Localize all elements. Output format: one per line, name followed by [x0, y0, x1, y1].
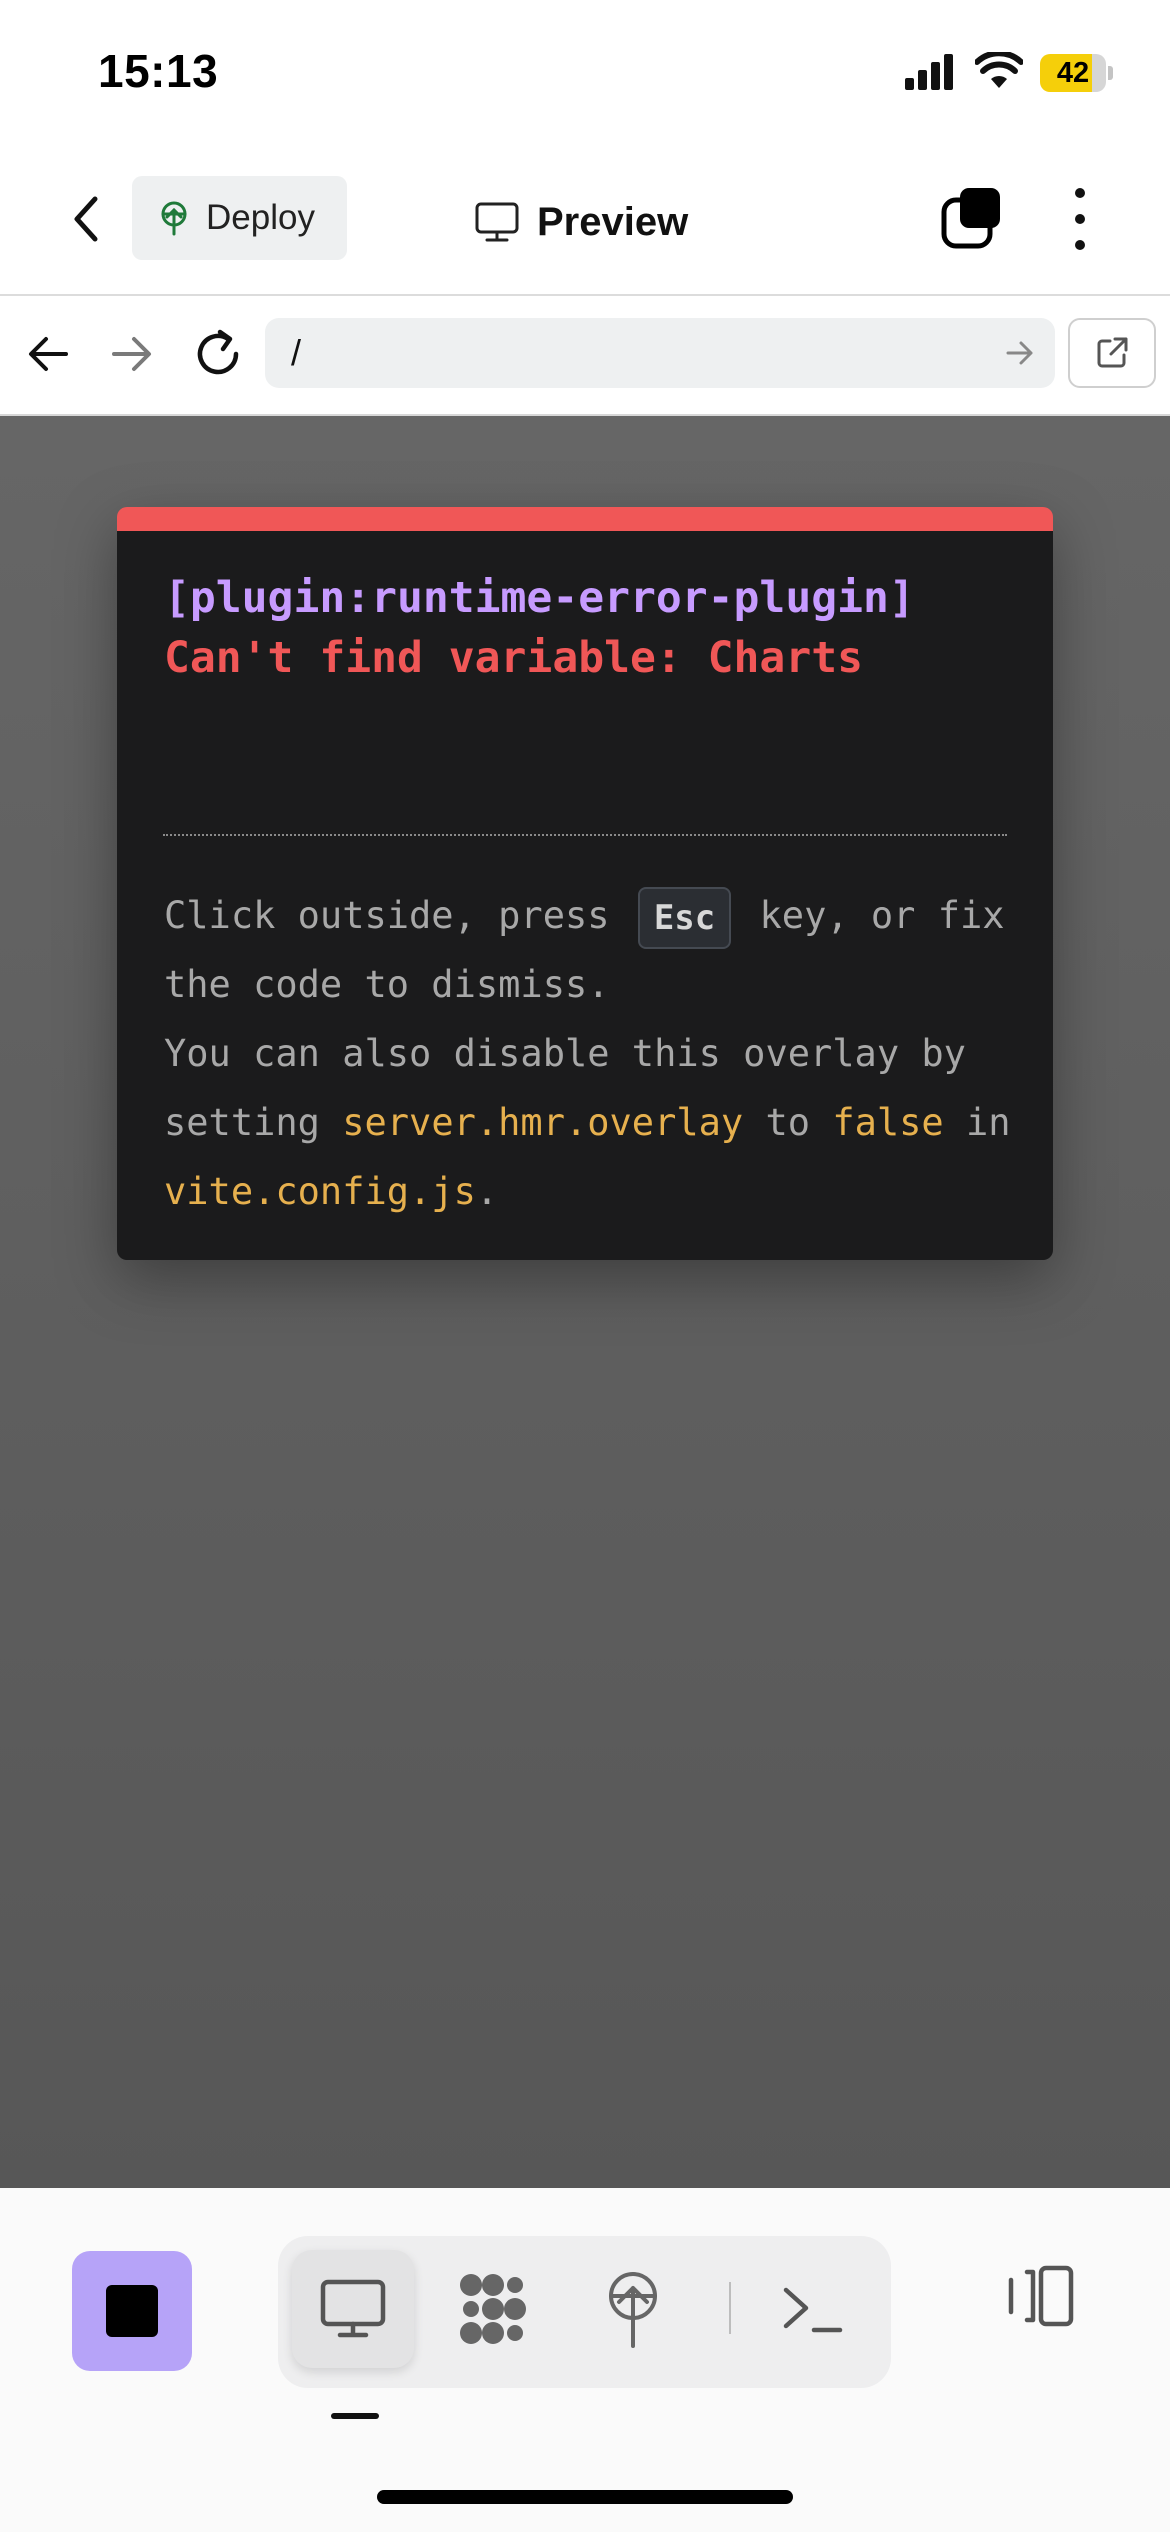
tool-workflow[interactable] — [432, 2250, 554, 2368]
battery-percent: 42 — [1056, 57, 1090, 89]
external-link-icon — [1097, 337, 1128, 368]
arrow-left-icon[interactable] — [24, 330, 72, 378]
wifi-icon — [975, 52, 1023, 88]
side-panel-button[interactable] — [1000, 2256, 1080, 2336]
reload-icon[interactable] — [190, 326, 246, 382]
tip-text: to — [765, 1101, 811, 1144]
preview-label: Preview — [537, 199, 689, 244]
tool-terminal[interactable] — [752, 2250, 874, 2368]
chevron-left-icon — [74, 196, 98, 242]
active-tab-indicator — [331, 2413, 379, 2419]
tip-code: vite.config.js — [164, 1170, 476, 1213]
tip-code: server.hmr.overlay — [342, 1101, 744, 1144]
preview-title: Preview — [475, 194, 688, 250]
battery-icon: 42 — [1040, 54, 1113, 92]
monitor-icon — [475, 202, 519, 242]
error-plugin-name: [plugin:runtime-error-plugin] — [164, 573, 915, 623]
tip-text: in — [965, 1101, 1011, 1144]
tool-separator — [729, 2282, 731, 2334]
app-header: Deploy Preview — [0, 150, 1170, 296]
stacked-squares-icon[interactable] — [940, 186, 1004, 250]
error-overlay[interactable]: [plugin:runtime-error-plugin] Can't find… — [117, 507, 1053, 1260]
vertical-ellipsis-icon[interactable] — [1060, 186, 1100, 252]
deploy-tree-icon — [156, 200, 192, 236]
preview-viewport[interactable]: [plugin:runtime-error-plugin] Can't find… — [0, 416, 1170, 2188]
error-divider — [163, 834, 1007, 836]
deploy-label: Deploy — [206, 198, 315, 237]
side-panel-icon — [1008, 2265, 1074, 2327]
open-external-button[interactable] — [1068, 318, 1156, 388]
home-indicator — [377, 2490, 793, 2504]
workflow-icon — [460, 2274, 526, 2344]
tip-text: . — [475, 1170, 499, 1213]
bottom-toolbar — [0, 2188, 1170, 2532]
terminal-icon — [783, 2287, 843, 2333]
error-tip: Click outside, press Esc key, or fix the… — [164, 881, 1014, 1226]
stop-button[interactable] — [72, 2251, 192, 2371]
monitor-icon — [320, 2279, 386, 2338]
esc-key: Esc — [637, 886, 732, 949]
error-message: Can't find variable: Charts — [164, 633, 863, 683]
tool-deploy[interactable] — [572, 2250, 694, 2368]
status-time: 15:13 — [98, 45, 219, 97]
deploy-tree-icon — [609, 2272, 657, 2348]
deploy-button[interactable]: Deploy — [132, 176, 347, 260]
tool-preview[interactable] — [292, 2250, 414, 2368]
url-input[interactable]: / — [265, 318, 1055, 388]
browser-url-bar: / — [0, 296, 1170, 416]
signal-icon — [905, 54, 953, 90]
tip-code: false — [832, 1101, 944, 1144]
stop-square-icon — [106, 2285, 158, 2337]
url-text: / — [291, 332, 302, 373]
arrow-right-icon[interactable] — [108, 330, 156, 378]
tool-switcher — [278, 2236, 891, 2388]
status-bar: 15:13 42 — [0, 0, 1170, 150]
go-arrow-icon[interactable] — [1005, 339, 1035, 367]
back-button[interactable] — [58, 188, 114, 250]
tip-text: Click outside, press — [164, 894, 610, 937]
